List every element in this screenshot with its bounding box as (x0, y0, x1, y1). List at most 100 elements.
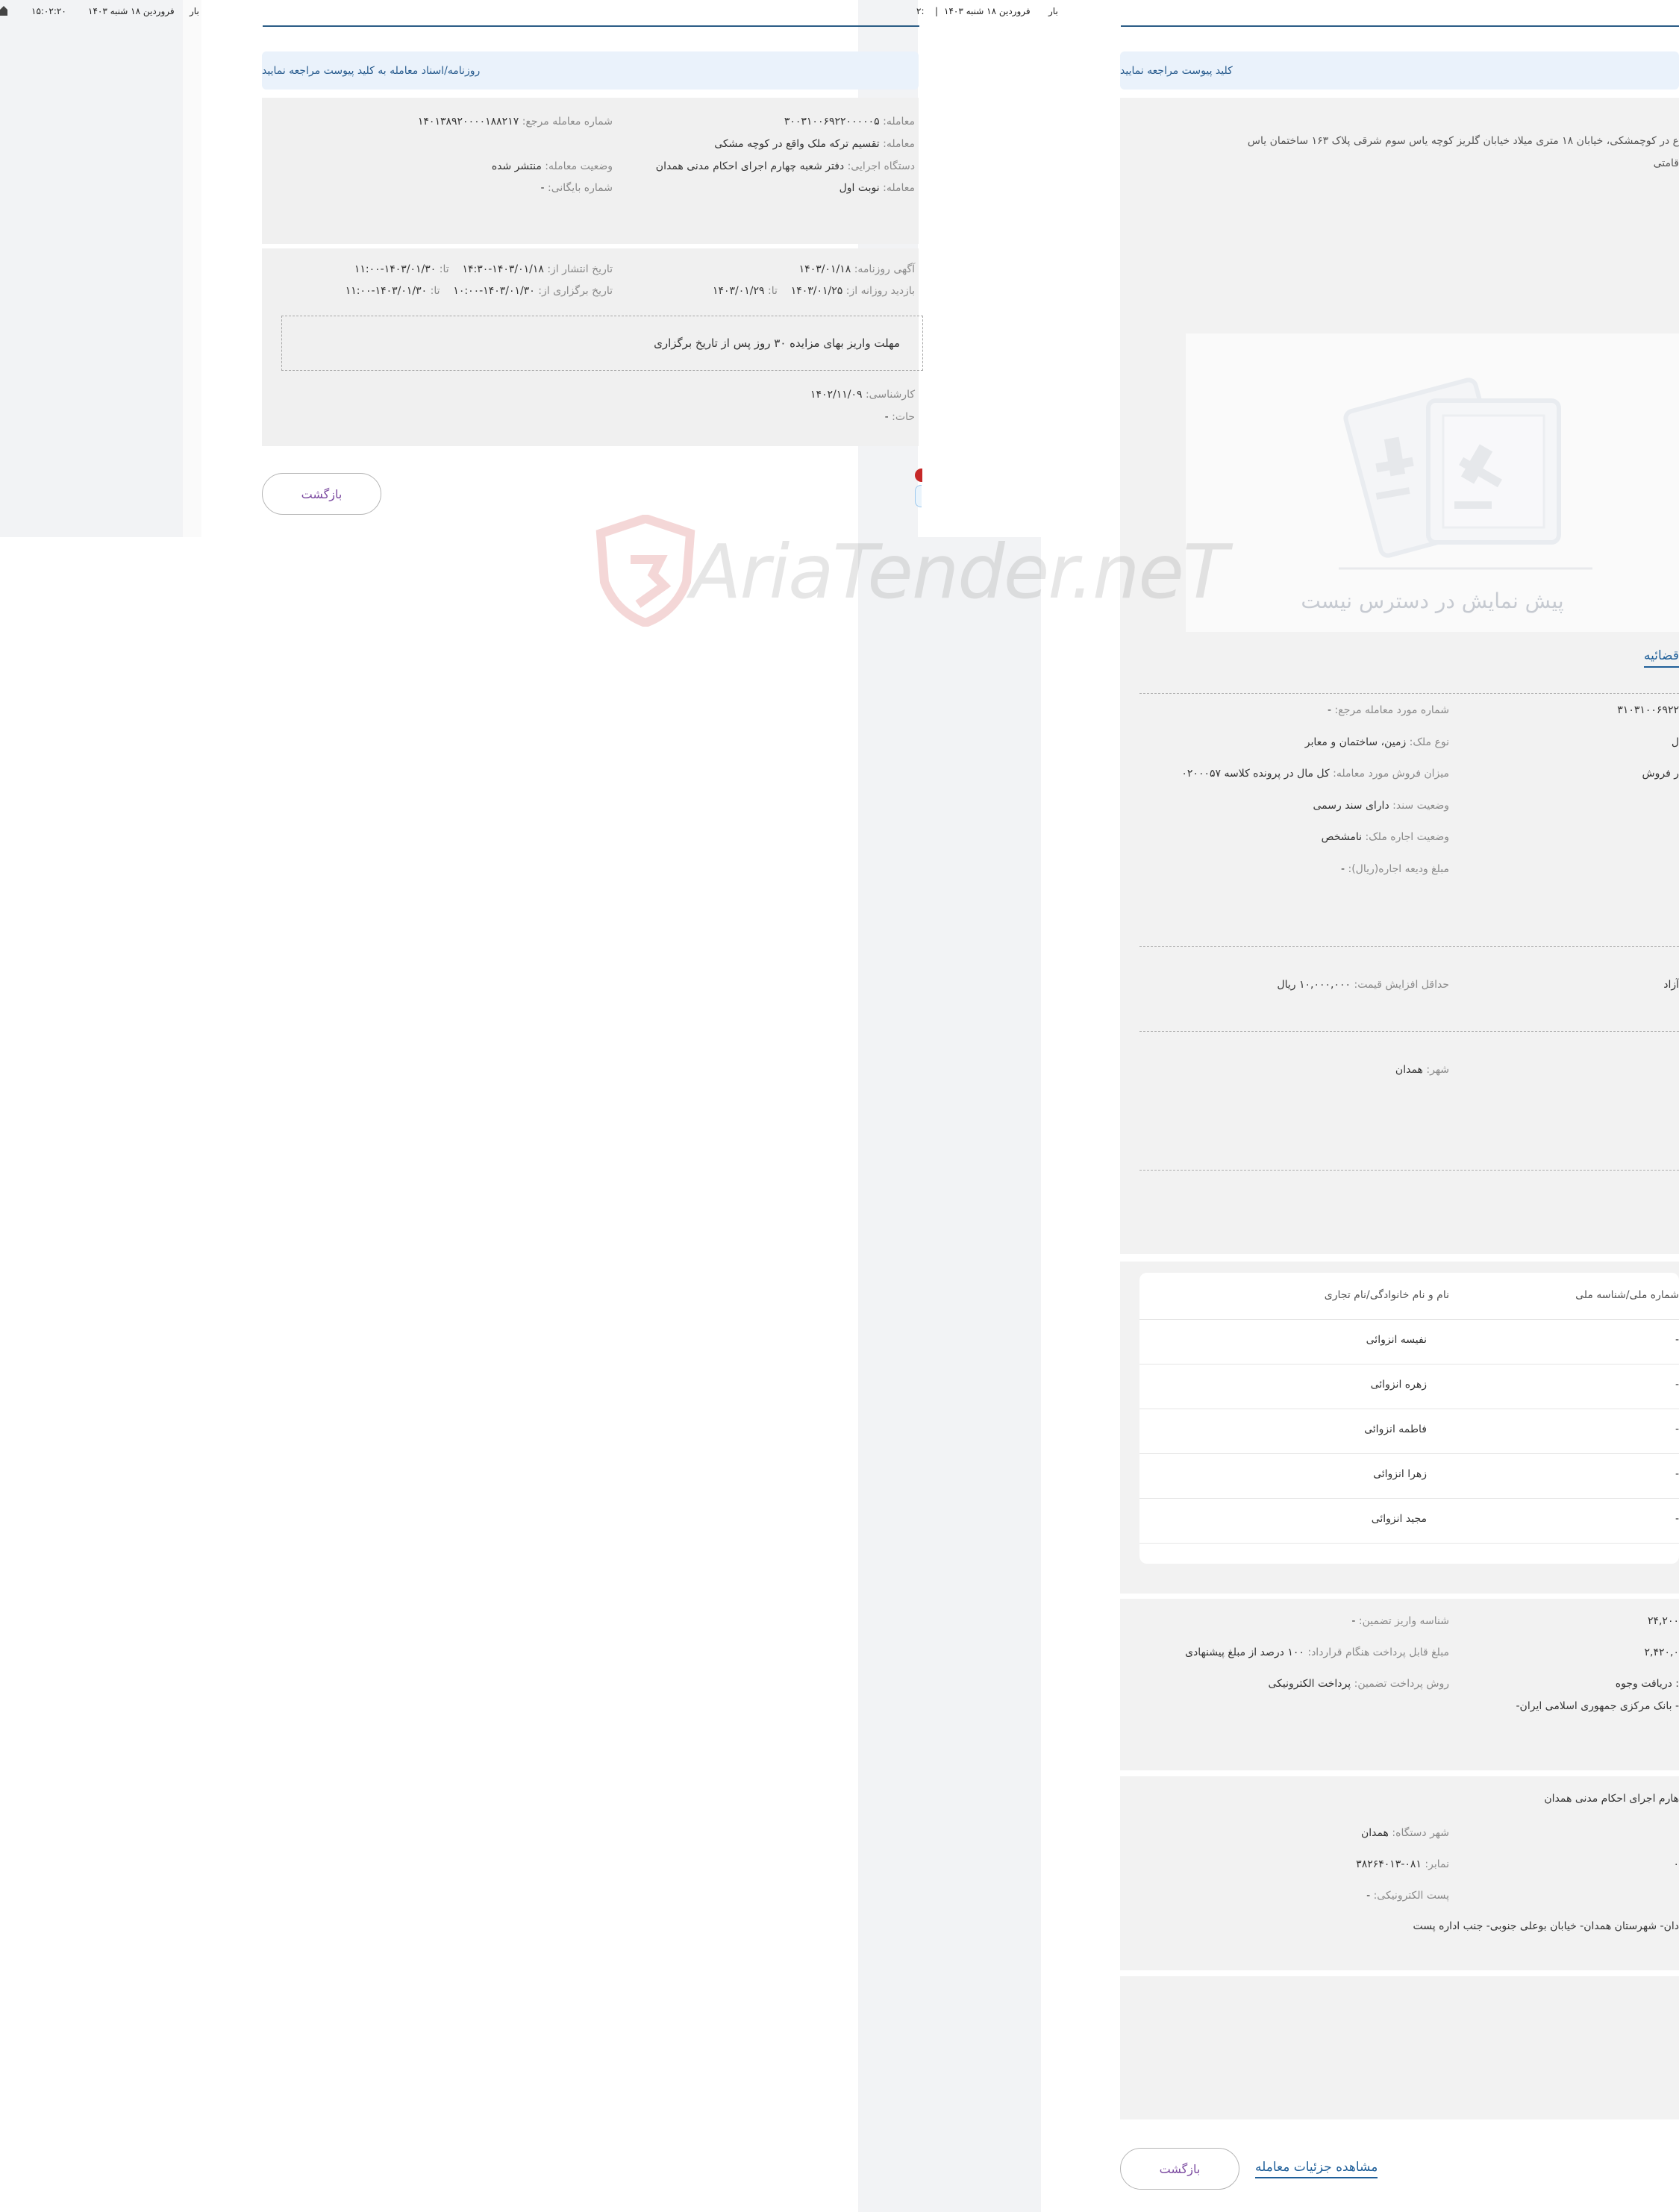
deal-info-card: معامله: ۳۰۰۳۱۰۰۶۹۲۲۰۰۰۰۰۵ شماره معامله م… (262, 98, 919, 244)
payment-cut3: : دریافت وجوه (1615, 1678, 1679, 1690)
deal-stage-label: معامله: (883, 182, 915, 194)
expert-date-row: کارشناسی: ۱۴۰۲/۱۱/۰۹ (810, 389, 915, 401)
deal-archive-label: شماره بایگانی: (548, 182, 613, 194)
owner-id: - (1675, 1468, 1679, 1480)
deal-agency-row: دستگاه اجرایی: دفتر شعبه چهارم اجرای احک… (656, 160, 915, 172)
item-ref-row: شماره مورد معامله مرجع: - (1328, 704, 1449, 716)
share-value: کل مال در پرونده کلاسه ۰۲۰۰۰۵۷ (1181, 768, 1330, 780)
expert-date-value: ۱۴۰۲/۱۱/۰۹ (810, 389, 863, 401)
type-value: زمین، ساختمان و معابر (1304, 736, 1407, 748)
home-icon[interactable] (0, 4, 7, 16)
agency-city-row: شهر دستگاه: همدان (1361, 1827, 1449, 1839)
visit-from-label: بازدید روزانه از: (845, 285, 915, 297)
owners-card: شماره ملی/شناسه ملی نام و نام خانوادگی/ن… (1120, 1262, 1679, 1594)
method-value: پرداخت الکترونیکی (1268, 1678, 1351, 1690)
rent-value: نامشخص (1321, 831, 1362, 843)
desc-value: - (884, 411, 889, 423)
visit-to-value: ۱۴۰۳/۰۱/۲۹ (712, 285, 765, 297)
rent-label: وضعیت اجاره ملک: (1365, 831, 1449, 843)
expert-date-label: کارشناسی: (865, 389, 915, 401)
type-label: نوع ملک: (1409, 736, 1449, 748)
city-value: همدان (1395, 1064, 1423, 1076)
left-white-strip (183, 0, 201, 537)
address-line2: قامتی (1653, 157, 1679, 169)
watermark-shield-icon (595, 515, 695, 627)
notice-attachments-right: کلید پیوست مراجعه نمایید (1120, 51, 1679, 90)
deal-number-label: معامله: (883, 116, 915, 128)
type-row: نوع ملک: زمین، ساختمان و معابر (1305, 736, 1449, 748)
table-row: - فاطمه انزوائی (1139, 1409, 1679, 1454)
owner-name: زهرا انزوائی (1373, 1468, 1427, 1480)
property-section-title: قضائیه (1643, 648, 1679, 668)
back-button-right[interactable]: بازگشت (1120, 2148, 1239, 2190)
back-button-left[interactable]: بازگشت (262, 473, 381, 515)
topbar-date: فروردین ۱۸ شنبه ۱۴۰۳ (88, 6, 175, 16)
property-divider-4 (1139, 1170, 1679, 1171)
preview-box: پیش نمایش در دسترس نیست (1186, 333, 1679, 632)
blue-dot-icon (915, 485, 922, 507)
hold-to-label: تا: (430, 285, 440, 297)
visit-to-label: تا: (768, 285, 778, 297)
deal-subject-row: معامله: تقسیم ترکه ملک واقع در کوچه مشکی (714, 138, 915, 150)
middle-panel-cover (918, 0, 1041, 537)
owners-table: شماره ملی/شناسه ملی نام و نام خانوادگی/ن… (1139, 1273, 1679, 1564)
gavel-placeholder-icon (1339, 377, 1592, 570)
deposit-label: مبلغ ودیعه اجاره(ریال): (1348, 863, 1449, 875)
min-increase-value: ۱۰,۰۰۰,۰۰۰ ریال (1277, 979, 1351, 991)
notice-text-right: کلید پیوست مراجعه نمایید (1120, 64, 1233, 77)
deal-archive-value: - (540, 182, 545, 194)
guarantee-id-label: شناسه واریز تضمین: (1358, 1615, 1449, 1627)
type-cut: ل (1671, 736, 1679, 748)
ad-date-row: آگهی روزنامه: ۱۴۰۳/۰۱/۱۸ (799, 263, 915, 275)
deal-ref-row: شماره معامله مرجع: ۱۴۰۱۳۸۹۲۰۰۰۰۱۸۸۲۱۷ (418, 116, 613, 128)
owner-id: - (1675, 1334, 1679, 1346)
property-card: ع در کوچمشکی، خیابان ۱۸ متری میلاد خیابا… (1120, 98, 1679, 1254)
watermark: AriaTender.neT (593, 515, 1228, 627)
share-cut: ر فروش (1642, 768, 1679, 780)
empty-card (1120, 1976, 1679, 2119)
publish-from-value: ۱۴۰۳/۰۱/۱۸-۱۴:۳۰ (462, 263, 544, 275)
owner-id: - (1675, 1423, 1679, 1435)
deal-stage-row: معامله: نوبت اول (840, 182, 915, 194)
hold-from-label: تاریخ برگزاری از: (538, 285, 613, 297)
view-details-link[interactable]: مشاهده جزئیات معامله (1255, 2160, 1378, 2178)
owner-id: - (1675, 1379, 1679, 1391)
item-no-cut: ۳۱۰۳۱۰۰۶۹۲۲ (1617, 704, 1679, 716)
fax-row: نمابر: ۰۸۱-۳۸۲۶۴۰۱۳ (1356, 1858, 1449, 1870)
topbar-time: ۱۵:۰۲:۲۰ (31, 6, 66, 16)
owner-name: زهره انزوائی (1370, 1379, 1427, 1391)
right-header-line (1121, 25, 1679, 27)
publish-to-value: ۱۴۰۳/۰۱/۳۰-۱۱:۰۰ (354, 263, 437, 275)
table-row: - زهرا انزوائی (1139, 1453, 1679, 1499)
contract-row: مبلغ قابل پرداخت هنگام قرارداد: ۱۰۰ درصد… (1185, 1647, 1449, 1658)
left-header-line (263, 25, 919, 27)
deal-archive-row: شماره بایگانی: - (541, 182, 613, 194)
dates-card: آگهی روزنامه: ۱۴۰۳/۰۱/۱۸ تاریخ انتشار از… (262, 248, 923, 446)
share-row: میزان فروش مورد معامله: کل مال در پرونده… (1181, 768, 1449, 780)
payment-cut2: ۲,۴۲۰,۰ (1644, 1647, 1679, 1658)
deal-number-row: معامله: ۳۰۰۳۱۰۰۶۹۲۲۰۰۰۰۰۵ (784, 116, 915, 128)
topbar-middle-cut2: بار (1048, 6, 1058, 16)
deal-status-row: وضعیت معامله: منتشر شده (492, 160, 613, 172)
property-divider-3 (1139, 1031, 1679, 1032)
deal-subject-value: تقسیم ترکه ملک واقع در کوچه مشکی (714, 138, 880, 150)
header-national-id: شماره ملی/شناسه ملی (1575, 1289, 1679, 1301)
share-label: میزان فروش مورد معامله: (1333, 768, 1449, 780)
owner-name: فاطمه انزوائی (1364, 1423, 1427, 1435)
deal-agency-label: دستگاه اجرایی: (847, 160, 915, 172)
doc-value: دارای سند رسمی (1313, 800, 1389, 812)
visit-date-row: بازدید روزانه از: ۱۴۰۳/۰۱/۲۵ تا: ۱۴۰۳/۰۱… (713, 285, 915, 297)
email-label: پست الکترونیکی: (1373, 1890, 1449, 1902)
desc-label: حات: (892, 411, 915, 423)
contract-value: ۱۰۰ درصد از مبلغ پیشنهادی (1185, 1647, 1304, 1658)
fax-value: ۰۸۱-۳۸۲۶۴۰۱۳ (1356, 1858, 1422, 1870)
owner-id: - (1675, 1513, 1679, 1525)
agency-city-label: شهر دستگاه: (1392, 1827, 1449, 1839)
deal-status-value: منتشر شده (491, 160, 542, 172)
publish-to-label: تا: (439, 263, 449, 275)
deal-number-value: ۳۰۰۳۱۰۰۶۹۲۲۰۰۰۰۰۵ (784, 116, 880, 128)
topbar-middle-date: فروردین ۱۸ شنبه ۱۴۰۳ (944, 6, 1031, 16)
payment-cut4: - بانک مرکزی جمهوری اسلامی ایران- (1516, 1700, 1679, 1712)
table-row: - زهره انزوائی (1139, 1364, 1679, 1409)
deal-subject-label: معامله: (883, 138, 915, 150)
